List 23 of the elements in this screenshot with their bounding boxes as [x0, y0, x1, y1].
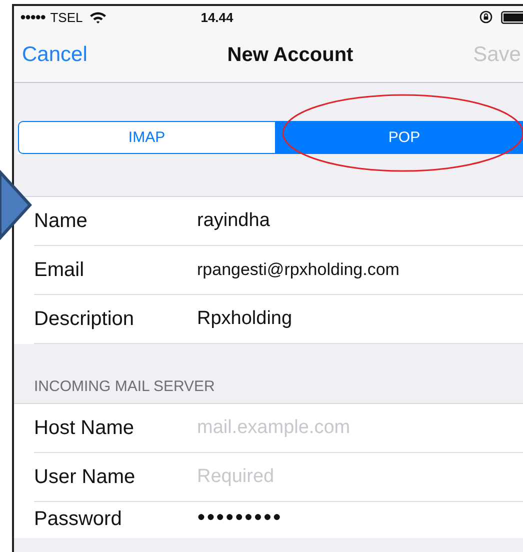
rotation-lock-icon [479, 10, 493, 24]
signal-strength-dots: ●●●●● [20, 12, 46, 22]
password-field[interactable]: ●●●●●●●●● [197, 508, 282, 524]
field-label: User Name [34, 466, 136, 488]
wifi-icon [88, 10, 107, 24]
field-label: Name [34, 210, 88, 232]
field-label: Password [34, 508, 123, 531]
pointer-arrow [0, 170, 32, 240]
field-value[interactable]: rpangesti@rpxholding.com [197, 260, 400, 280]
section-header: INCOMING MAIL SERVER [34, 378, 215, 395]
field-value[interactable]: Rpxholding [197, 308, 292, 330]
account-type-segment[interactable]: IMAP [18, 121, 276, 154]
field-label: Email [34, 258, 86, 282]
battery-icon [501, 10, 523, 24]
input-field[interactable]: Required [197, 466, 497, 488]
input-field[interactable]: mail.example.com [197, 417, 497, 439]
field-label: Description [34, 308, 136, 330]
account-type-segment[interactable]: POP [276, 121, 523, 154]
screen-title: New Account [227, 44, 354, 66]
field-label: Host Name [34, 416, 136, 440]
field-value[interactable]: rayindha [197, 210, 270, 232]
status-time: 14.44 [200, 10, 234, 24]
carrier-name: TSEL [50, 10, 83, 24]
